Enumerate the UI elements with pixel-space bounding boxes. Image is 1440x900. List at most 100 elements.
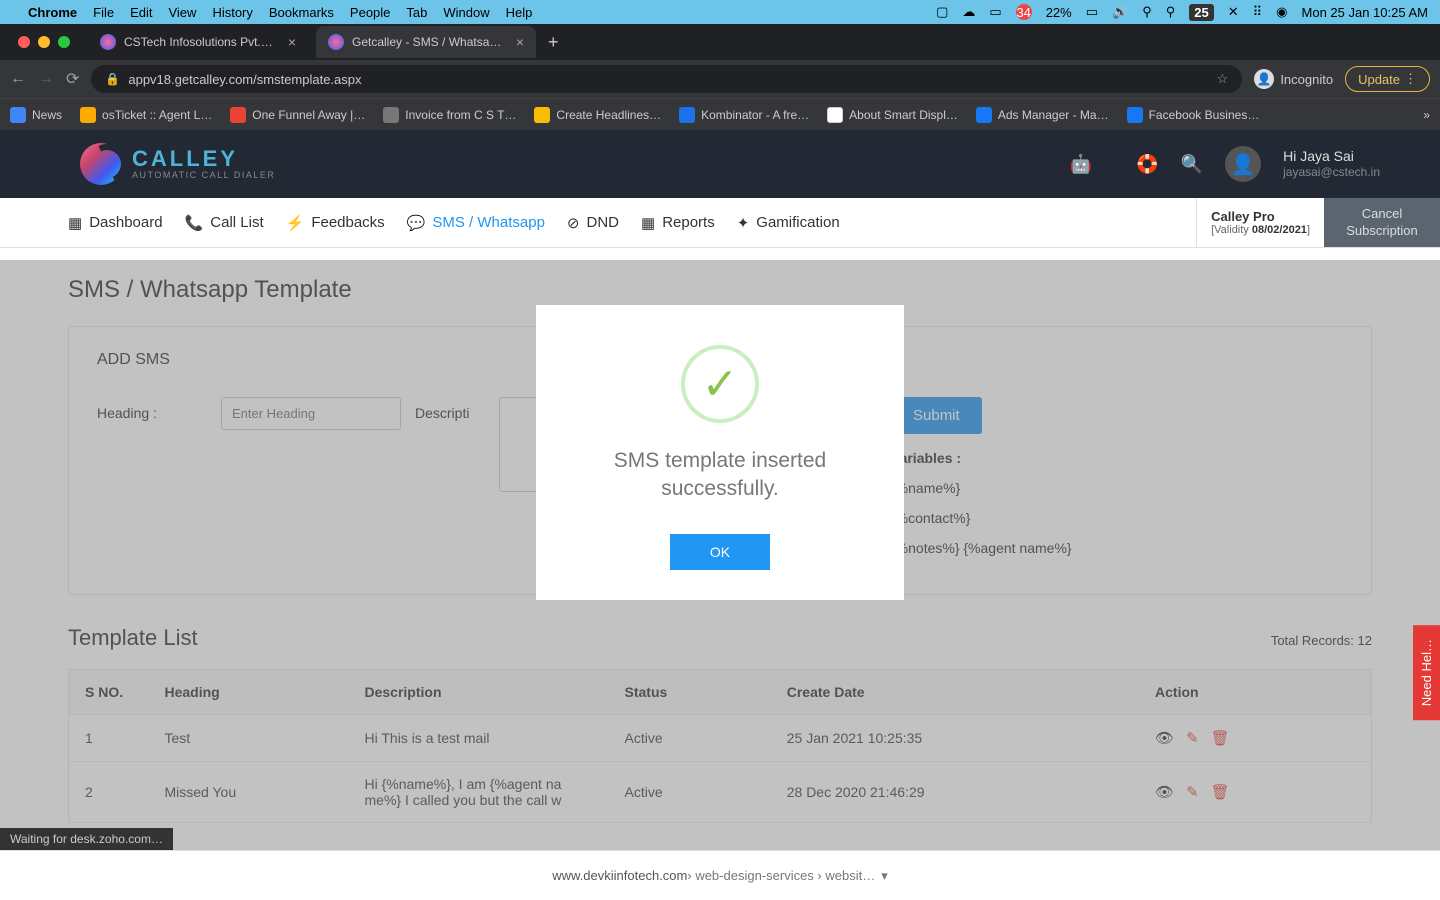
window-close-button[interactable] (18, 36, 30, 48)
menu-history[interactable]: History (212, 5, 252, 20)
tab-close-icon[interactable]: × (288, 34, 296, 50)
address-bar[interactable]: 🔒 appv18.getcalley.com/smstemplate.aspx … (91, 65, 1242, 93)
bookmark-item[interactable]: Facebook Busines… (1127, 107, 1260, 123)
bookmark-item[interactable]: osTicket :: Agent L… (80, 107, 212, 123)
bookmark-favicon-icon (976, 107, 992, 123)
bookmarks-overflow-icon[interactable]: » (1423, 108, 1430, 122)
app-header: CALLEY AUTOMATIC CALL DIALER 🤖 🛟 🔍 👤 Hi … (0, 130, 1440, 198)
check-icon: ✓ (702, 359, 739, 410)
menubar-app[interactable]: Chrome (28, 5, 77, 20)
suggestion-crumbs: › web-design-services › websit… (687, 868, 875, 883)
nav-dashboard[interactable]: ▦Dashboard (68, 214, 163, 232)
menu-view[interactable]: View (168, 5, 196, 20)
menu-tab[interactable]: Tab (406, 5, 427, 20)
modal-message: SMS template inserted successfully. (564, 447, 876, 504)
volume-icon[interactable]: 🔊 (1112, 4, 1128, 20)
bookmark-favicon-icon (827, 107, 843, 123)
bookmark-item[interactable]: News (10, 107, 62, 123)
search-suggestion[interactable]: www.devkiinfotech.com › web-design-servi… (0, 850, 1440, 900)
user-info: Hi Jaya Sai jayasai@cstech.in (1283, 147, 1380, 181)
wifi-icon[interactable]: ⚲ (1142, 4, 1152, 20)
nav-feedbacks[interactable]: ⚡Feedbacks (286, 214, 385, 232)
bookmark-favicon-icon (383, 107, 399, 123)
bookmark-item[interactable]: Kombinator - A fre… (679, 107, 809, 123)
bookmark-favicon-icon (1127, 107, 1143, 123)
bookmark-favicon-icon (80, 107, 96, 123)
menu-window[interactable]: Window (443, 5, 489, 20)
update-button[interactable]: Update ⋮ (1345, 66, 1430, 92)
success-check-circle-icon: ✓ (681, 345, 759, 423)
nav-dnd[interactable]: ⊘DND (567, 214, 619, 232)
user-greeting: Hi Jaya Sai (1283, 147, 1380, 165)
bookmark-favicon-icon (10, 107, 26, 123)
update-label: Update (1358, 72, 1400, 87)
chrome-tabstrip: CSTech Infosolutions Pvt. Ltd. × Getcall… (0, 24, 1440, 60)
bookmark-favicon-icon (534, 107, 550, 123)
browser-tab-active[interactable]: Getcalley - SMS / Whatsapp Te × (316, 26, 536, 58)
nav-sms-whatsapp[interactable]: 💬SMS / Whatsapp (407, 214, 545, 232)
new-tab-button[interactable]: + (548, 32, 559, 53)
forward-button[interactable]: → (38, 70, 54, 88)
browser-status-bar: Waiting for desk.zoho.com… (0, 828, 173, 850)
window-zoom-button[interactable] (58, 36, 70, 48)
android-icon[interactable]: 🤖 (1070, 154, 1092, 175)
bookmarks-bar: News osTicket :: Agent L… One Funnel Awa… (0, 98, 1440, 130)
header-actions: 🤖 🛟 🔍 👤 Hi Jaya Sai jayasai@cstech.in (1070, 146, 1380, 182)
plan-validity: [Validity 08/02/2021] (1211, 224, 1310, 236)
cloud-tray-icon[interactable]: ☁ (962, 4, 975, 20)
bookmark-favicon-icon (679, 107, 695, 123)
nav-call-list[interactable]: 📞Call List (185, 214, 264, 232)
nav-reports[interactable]: ▦Reports (641, 214, 715, 232)
plan-info: Calley Pro [Validity 08/02/2021] (1196, 198, 1324, 247)
tab-title: Getcalley - SMS / Whatsapp Te (352, 35, 502, 49)
battery-icon[interactable]: ▭ (1086, 4, 1098, 20)
bookmark-favicon-icon (230, 107, 246, 123)
menu-file[interactable]: File (93, 5, 114, 20)
bookmark-item[interactable]: Invoice from C S T… (383, 107, 516, 123)
cancel-subscription-button[interactable]: Cancel Subscription (1324, 198, 1440, 247)
search-icon[interactable]: 🔍 (1181, 154, 1203, 175)
support-icon[interactable]: 🛟 (1136, 154, 1158, 175)
siri-icon[interactable]: ◉ (1276, 4, 1287, 20)
search-icon[interactable]: ⚲ (1166, 4, 1176, 20)
logo-subtitle: AUTOMATIC CALL DIALER (132, 170, 275, 180)
favicon-icon (328, 34, 344, 50)
menu-help[interactable]: Help (506, 5, 533, 20)
battery-percent: 22% (1046, 5, 1072, 20)
favicon-icon (100, 34, 116, 50)
window-minimize-button[interactable] (38, 36, 50, 48)
bookmark-item[interactable]: About Smart Displ… (827, 107, 958, 123)
grid-icon: ▦ (68, 214, 82, 232)
tool-tray-icon[interactable]: ✕ (1228, 4, 1239, 20)
nav-gamification[interactable]: ✦Gamification (737, 214, 840, 232)
bookmark-item[interactable]: Create Headlines… (534, 107, 661, 123)
avatar[interactable]: 👤 (1225, 146, 1261, 182)
reload-button[interactable]: ⟳ (66, 69, 79, 89)
control-center-icon[interactable]: ⠿ (1253, 4, 1263, 20)
bolt-icon: ⚡ (286, 214, 305, 232)
incognito-indicator: 👤 Incognito (1254, 69, 1333, 89)
url-text: appv18.getcalley.com/smstemplate.aspx (128, 72, 1208, 87)
calendar-tray-icon[interactable]: 25 (1189, 4, 1213, 21)
need-help-tab[interactable]: Need Hel… (1413, 625, 1440, 720)
bookmark-item[interactable]: Ads Manager - Ma… (976, 107, 1109, 123)
menubar-datetime[interactable]: Mon 25 Jan 10:25 AM (1302, 5, 1428, 20)
zoom-tray-icon[interactable]: ▢ (936, 4, 948, 20)
display-tray-icon[interactable]: ▭ (989, 4, 1001, 20)
grid-icon: ▦ (641, 214, 655, 232)
menu-edit[interactable]: Edit (130, 5, 152, 20)
lock-icon[interactable]: 🔒 (105, 72, 120, 86)
menu-dots-icon: ⋮ (1404, 71, 1417, 87)
notification-badge[interactable]: 34 (1016, 4, 1032, 20)
tab-close-icon[interactable]: × (516, 34, 524, 50)
user-email: jayasai@cstech.in (1283, 165, 1380, 181)
app-logo[interactable]: CALLEY AUTOMATIC CALL DIALER (80, 143, 275, 185)
menu-bookmarks[interactable]: Bookmarks (269, 5, 334, 20)
bookmark-item[interactable]: One Funnel Away |… (230, 107, 365, 123)
modal-ok-button[interactable]: OK (670, 534, 770, 570)
phone-icon: 📞 (185, 214, 204, 232)
browser-tab[interactable]: CSTech Infosolutions Pvt. Ltd. × (88, 26, 308, 58)
back-button[interactable]: ← (10, 70, 26, 88)
menu-people[interactable]: People (350, 5, 390, 20)
bookmark-star-icon[interactable]: ☆ (1217, 71, 1229, 87)
